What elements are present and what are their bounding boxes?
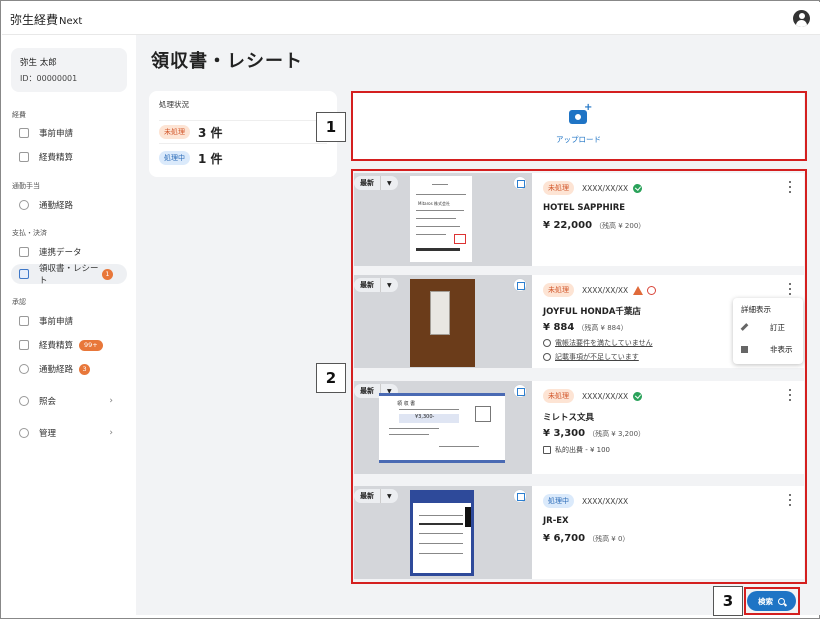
annotation-box-list xyxy=(351,169,807,584)
count-badge: 1 xyxy=(102,268,113,280)
chevron-right-icon: › xyxy=(109,428,113,438)
status-card: 処理状況 未処理 3 件 処理中 1 件 xyxy=(149,91,337,177)
sidebar-item-label: 通勤経路 xyxy=(39,201,74,211)
sidebar-item-receipts[interactable]: 領収書・レシート 1 xyxy=(11,264,127,286)
sidebar-item-linked-data[interactable]: 連携データ xyxy=(11,242,127,262)
sidebar-item-label: 照会 xyxy=(39,397,57,407)
walking-icon xyxy=(19,200,29,210)
sidebar-item-label: 通勤経路 xyxy=(39,365,74,375)
annotation-box-upload xyxy=(351,91,807,161)
sidebar-item-label: 経費精算 xyxy=(39,341,74,351)
card-icon xyxy=(19,247,29,257)
sidebar-item-label: 事前申請 xyxy=(39,129,74,139)
annotation-label-1: 1 xyxy=(316,112,346,142)
yen-document-icon xyxy=(19,152,29,162)
sidebar-item-approval-pre-request[interactable]: 事前申請 xyxy=(11,311,127,331)
account-icon[interactable] xyxy=(793,10,810,27)
count-badge: 99+ xyxy=(79,339,103,351)
sidebar-item-expense-settle[interactable]: 経費精算 xyxy=(11,147,127,167)
sidebar-item-approval-expense[interactable]: 経費精算 99+ xyxy=(11,335,127,355)
app-frame: 弥生経費Next 弥生 太郎 ID：00000001 経費 事前申請 経費精算 … xyxy=(0,0,820,619)
section-commute: 通勤手当 xyxy=(12,182,40,190)
status-count: 1 件 xyxy=(198,151,223,166)
sidebar-item-approval-commute[interactable]: 通勤経路 3 xyxy=(11,359,127,379)
sidebar-item-pre-request[interactable]: 事前申請 xyxy=(11,123,127,143)
status-card-title: 処理状況 xyxy=(159,100,189,109)
app-logo[interactable]: 弥生経費Next xyxy=(10,11,82,28)
logo-text: 弥生経費 xyxy=(10,13,59,27)
user-card[interactable]: 弥生 太郎 ID：00000001 xyxy=(11,48,127,92)
search-icon xyxy=(19,396,29,406)
receipt-icon xyxy=(19,269,29,279)
annotation-box-search xyxy=(744,587,800,615)
sidebar-item-label: 事前申請 xyxy=(39,317,74,327)
sidebar-item-label: 領収書・レシート xyxy=(39,264,99,286)
users-icon xyxy=(19,428,29,438)
status-row-processing[interactable]: 処理中 1 件 xyxy=(159,148,327,168)
document-icon xyxy=(19,128,29,138)
user-id: ID：00000001 xyxy=(20,74,78,83)
logo-suffix: Next xyxy=(59,16,83,27)
section-payment: 支払・決済 xyxy=(12,229,47,237)
user-name: 弥生 太郎 xyxy=(20,58,57,68)
walking-check-icon xyxy=(19,364,29,374)
sidebar: 弥生 太郎 ID：00000001 経費 事前申請 経費精算 通勤手当 通勤経路… xyxy=(2,35,136,615)
sidebar-item-label: 経費精算 xyxy=(39,153,74,163)
status-row-unprocessed[interactable]: 未処理 3 件 xyxy=(159,120,327,144)
top-bar: 弥生経費Next xyxy=(2,2,820,35)
sidebar-item-label: 管理 xyxy=(39,429,57,439)
page-title: 領収書・レシート xyxy=(151,51,303,72)
sidebar-item-inquiry[interactable]: 照会 › xyxy=(11,391,127,411)
section-expense: 経費 xyxy=(12,111,26,119)
document-check-icon xyxy=(19,316,29,326)
sidebar-item-commute-route[interactable]: 通勤経路 xyxy=(11,195,127,215)
chevron-right-icon: › xyxy=(109,396,113,406)
status-chip: 処理中 xyxy=(159,151,190,165)
status-count: 3 件 xyxy=(198,125,223,140)
sidebar-item-label: 連携データ xyxy=(39,248,82,258)
status-chip: 未処理 xyxy=(159,125,190,139)
annotation-label-3: 3 xyxy=(713,586,743,616)
section-approval: 承認 xyxy=(12,298,26,306)
sidebar-item-admin[interactable]: 管理 › xyxy=(11,423,127,443)
annotation-label-2: 2 xyxy=(316,363,346,393)
count-badge: 3 xyxy=(79,363,91,375)
yen-check-icon xyxy=(19,340,29,350)
